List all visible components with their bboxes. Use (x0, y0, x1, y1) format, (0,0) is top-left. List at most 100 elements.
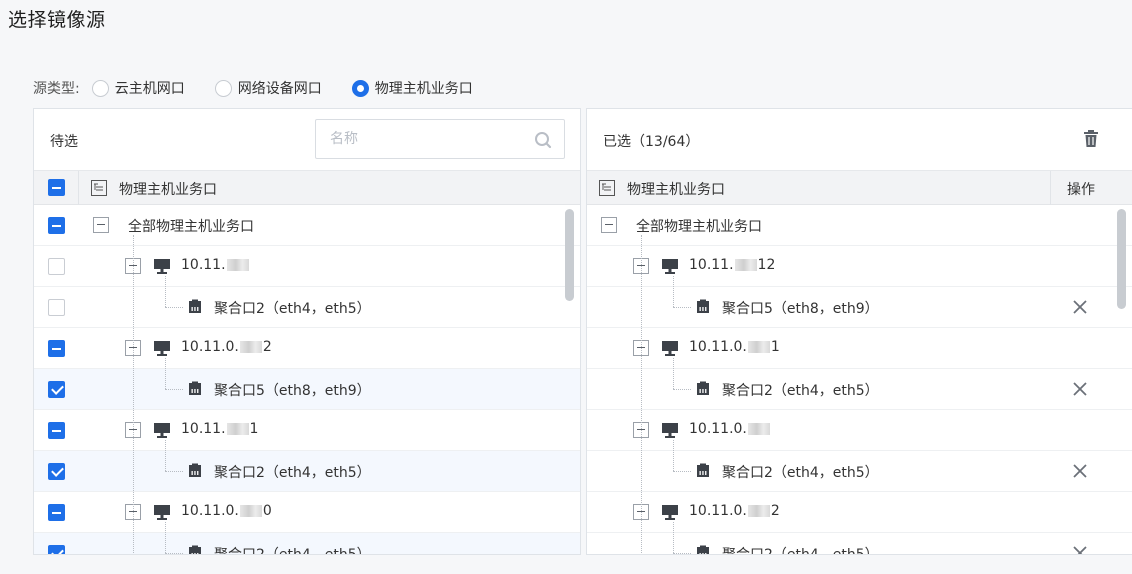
port-label: 聚合口5（eth8，eth9） (722, 301, 879, 317)
host-ip-prefix: 10.11. (181, 421, 226, 437)
masked-text (747, 341, 770, 353)
tree-row[interactable]: 10.11.0. 1 (587, 328, 1132, 369)
radio-label: 云主机网口 (114, 81, 185, 97)
ethernet-port-icon (697, 463, 709, 477)
tree-connector (673, 471, 691, 472)
scrollbar-thumb[interactable] (565, 209, 574, 301)
host-ip-label: 10.11. 1 (181, 421, 258, 437)
masked-text (239, 505, 262, 517)
page-title: 选择镜像源 (8, 9, 106, 31)
radio-circle-selected (351, 79, 369, 97)
port-label: 聚合口2（eth4，eth5） (722, 547, 879, 555)
tree-row[interactable]: 10.11.0. 0 (34, 492, 580, 533)
tree-row[interactable]: 10.11. (34, 246, 580, 287)
search-input[interactable] (316, 120, 516, 158)
row-checkbox[interactable] (48, 545, 65, 554)
trash-icon[interactable] (1081, 129, 1101, 149)
tree-node-label: 全部物理主机业务口 (128, 219, 254, 235)
tree-row[interactable]: 全部物理主机业务口 (34, 205, 580, 246)
tree-connector (165, 471, 183, 472)
row-checkbox[interactable] (48, 463, 65, 480)
tree-row[interactable]: 聚合口2（eth4，eth5） (587, 533, 1132, 555)
masked-text (226, 423, 249, 435)
collapse-toggle-icon[interactable] (93, 217, 109, 233)
host-ip-prefix: 10.11. (689, 257, 734, 273)
host-ip-suffix: 12 (757, 257, 776, 273)
tree-row[interactable]: 聚合口2（eth4，eth5） (34, 287, 580, 328)
row-checkbox[interactable] (48, 340, 65, 357)
tree-row[interactable]: 10.11. 12 (587, 246, 1132, 287)
row-checkbox[interactable] (48, 299, 65, 316)
host-ip-prefix: 10.11.0. (689, 503, 747, 519)
tree-row[interactable]: 聚合口2（eth4，eth5） (34, 533, 580, 555)
selected-table-header: 物理主机业务口 操作 (587, 171, 1132, 205)
tree-node-label: 全部物理主机业务口 (636, 219, 762, 235)
masked-text (747, 423, 770, 435)
monitor-icon (662, 423, 678, 438)
tree-row[interactable]: 10.11.0. (587, 410, 1132, 451)
close-icon[interactable] (1072, 545, 1088, 555)
host-ip-label: 10.11.0. 1 (689, 339, 780, 355)
search-box[interactable] (315, 119, 565, 159)
tree-row[interactable]: 聚合口2（eth4，eth5） (587, 369, 1132, 410)
row-checkbox[interactable] (48, 504, 65, 521)
port-label: 聚合口2（eth4，eth5） (214, 465, 371, 481)
candidate-table-header: 物理主机业务口 (34, 171, 580, 205)
tree-connector (673, 358, 674, 389)
radio-label: 网络设备网口 (237, 81, 322, 97)
tree-row[interactable]: 聚合口2（eth4，eth5） (34, 451, 580, 492)
candidate-title: 待选 (50, 134, 78, 150)
tree-connector (673, 276, 674, 307)
selected-title: 已选（13/64） (603, 134, 700, 150)
masked-text (239, 341, 262, 353)
scrollbar-thumb[interactable] (1117, 209, 1126, 309)
radio-circle (91, 79, 109, 97)
monitor-icon (662, 259, 678, 274)
monitor-icon (154, 505, 170, 520)
tree-connector (673, 553, 691, 554)
tree-row[interactable]: 10.11.0. 2 (587, 492, 1132, 533)
header-divider (1050, 171, 1051, 205)
close-icon[interactable] (1072, 381, 1088, 397)
close-icon[interactable] (1072, 299, 1088, 315)
host-ip-label: 10.11. 12 (689, 257, 775, 273)
search-icon[interactable] (534, 131, 552, 149)
monitor-icon (154, 341, 170, 356)
port-label: 聚合口2（eth4，eth5） (722, 383, 879, 399)
tree-connector (673, 522, 674, 553)
row-checkbox[interactable] (48, 381, 65, 398)
row-checkbox[interactable] (48, 258, 65, 275)
host-ip-suffix: 2 (262, 339, 272, 355)
monitor-icon (662, 505, 678, 520)
tree-row[interactable]: 10.11.0. 2 (34, 328, 580, 369)
radio-physical-host-service-port[interactable]: 物理主机业务口 (351, 78, 473, 98)
tree-row[interactable]: 全部物理主机业务口 (587, 205, 1132, 246)
port-label: 聚合口2（eth4，eth5） (214, 547, 371, 555)
radio-network-device-port[interactable]: 网络设备网口 (214, 78, 322, 98)
radio-circle (214, 79, 232, 97)
row-checkbox[interactable] (48, 217, 65, 234)
host-ip-label: 10.11.0. (689, 421, 771, 437)
tree-row[interactable]: 聚合口5（eth8，eth9） (587, 287, 1132, 328)
tree-icon (599, 180, 615, 196)
ethernet-port-icon (189, 381, 201, 395)
tree-icon (91, 180, 107, 196)
monitor-icon (154, 423, 170, 438)
column-header-label: 物理主机业务口 (627, 182, 725, 198)
monitor-icon (662, 341, 678, 356)
select-all-checkbox[interactable] (48, 179, 65, 196)
tree-row[interactable]: 聚合口5（eth8，eth9） (34, 369, 580, 410)
tree-connector (165, 389, 183, 390)
radio-cloud-host-port[interactable]: 云主机网口 (91, 78, 185, 98)
collapse-toggle-icon[interactable] (601, 217, 617, 233)
tree-row[interactable]: 聚合口2（eth4，eth5） (587, 451, 1132, 492)
tree-connector (165, 440, 166, 471)
row-checkbox[interactable] (48, 422, 65, 439)
tree-connector (165, 553, 183, 554)
tree-row[interactable]: 10.11. 1 (34, 410, 580, 451)
port-label: 聚合口5（eth8，eth9） (214, 383, 371, 399)
ethernet-port-icon (697, 381, 709, 395)
close-icon[interactable] (1072, 463, 1088, 479)
tree-connector (673, 307, 691, 308)
selected-panel: 已选（13/64） 物理主机业务口 操作 全部物理主机业务口 10.11. 12 聚合… (586, 108, 1132, 555)
